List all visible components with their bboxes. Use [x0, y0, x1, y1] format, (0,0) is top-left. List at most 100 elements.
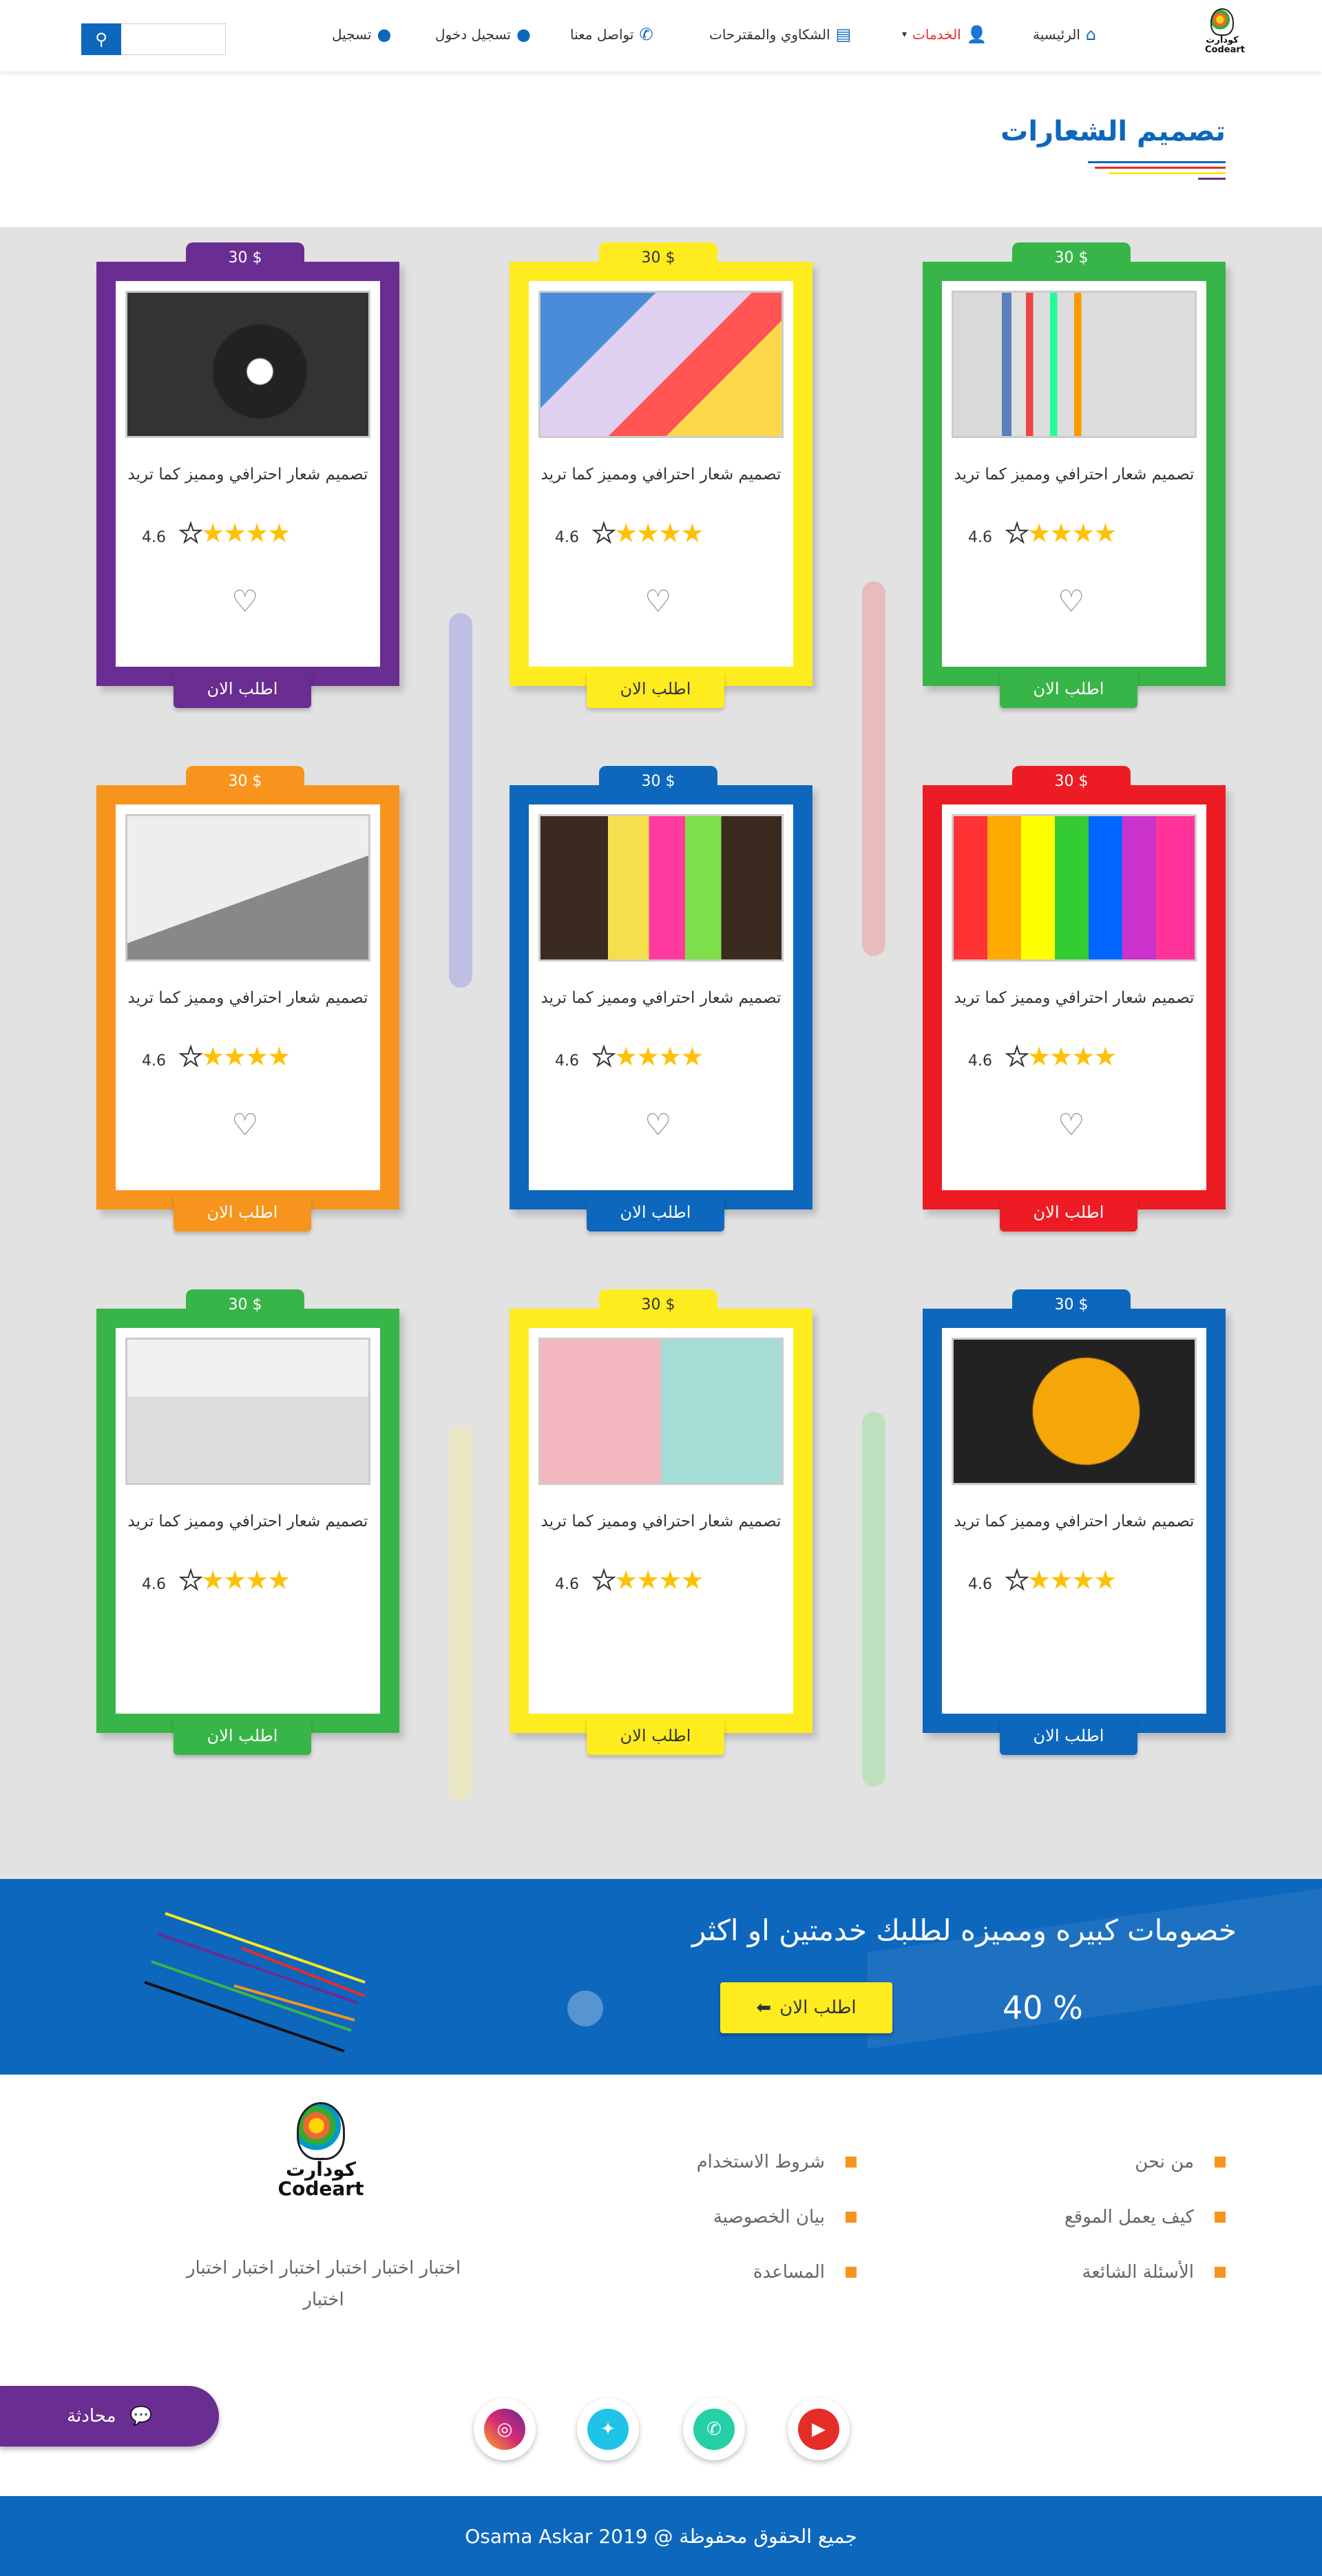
- star-icon[interactable]: ★: [223, 1041, 246, 1072]
- star-icon[interactable]: ★: [658, 518, 682, 548]
- star-icon[interactable]: ★: [267, 518, 291, 548]
- star-icon[interactable]: ★: [245, 1041, 269, 1072]
- star-icon[interactable]: ★: [245, 1565, 269, 1595]
- star-icon[interactable]: ★: [680, 1041, 704, 1072]
- star-icon[interactable]: ★: [680, 518, 704, 548]
- star-icon[interactable]: ★: [1093, 1565, 1117, 1595]
- heart-icon[interactable]: ♡: [644, 1108, 671, 1143]
- star-icon[interactable]: ★: [636, 1041, 660, 1072]
- youtube-link[interactable]: ▶: [788, 2398, 850, 2460]
- order-button[interactable]: اطلب الان: [174, 669, 311, 708]
- star-icon[interactable]: ★: [1071, 518, 1095, 548]
- whatsapp-link[interactable]: ✆: [683, 2398, 745, 2460]
- card-title[interactable]: تصميم شعار احترافي ومميز كما تريد: [942, 466, 1206, 484]
- order-button[interactable]: اطلب الان: [174, 1193, 311, 1232]
- card-photo[interactable]: [538, 291, 784, 438]
- star-icon[interactable]: ★: [680, 1565, 704, 1595]
- nav-contact[interactable]: ✆ تواصل معنا: [570, 21, 653, 48]
- star-icon[interactable]: ★: [223, 518, 246, 548]
- star-icon[interactable]: ★: [614, 1041, 638, 1072]
- footer-link[interactable]: شروط الاستخدام: [697, 2152, 857, 2172]
- heart-icon[interactable]: ♡: [231, 584, 258, 619]
- star-empty-icon[interactable]: ★: [178, 517, 203, 549]
- card-title[interactable]: تصميم شعار احترافي ومميز كما تريد: [942, 1513, 1206, 1530]
- star-empty-icon[interactable]: ★: [591, 1041, 616, 1072]
- star-icon[interactable]: ★: [1027, 1041, 1051, 1072]
- card-photo[interactable]: [125, 291, 370, 438]
- card-photo[interactable]: [125, 1338, 370, 1485]
- order-button[interactable]: اطلب الان: [587, 1193, 724, 1232]
- heart-icon[interactable]: ♡: [231, 1108, 258, 1143]
- star-icon[interactable]: ★: [223, 1565, 246, 1595]
- order-button[interactable]: اطلب الان: [587, 1716, 724, 1755]
- search-button[interactable]: ⚲: [81, 23, 121, 55]
- star-icon[interactable]: ★: [1027, 1565, 1051, 1595]
- star-empty-icon[interactable]: ★: [591, 517, 616, 549]
- footer-link[interactable]: الأسئلة الشائعة: [1064, 2262, 1226, 2283]
- banner-order-button[interactable]: ⬅ اطلب الان: [720, 1982, 892, 2033]
- star-icon[interactable]: ★: [614, 518, 638, 548]
- footer-link[interactable]: المساعدة: [697, 2262, 857, 2283]
- heart-icon[interactable]: ♡: [1058, 584, 1084, 619]
- star-icon[interactable]: ★: [1027, 518, 1051, 548]
- star-icon[interactable]: ★: [636, 1565, 660, 1595]
- order-button[interactable]: اطلب الان: [1000, 669, 1137, 708]
- nav-home[interactable]: ⌂ الرئيسية: [1033, 21, 1096, 48]
- heart-icon[interactable]: ♡: [644, 584, 671, 619]
- star-icon[interactable]: ★: [267, 1041, 291, 1072]
- star-icon[interactable]: ★: [201, 518, 224, 548]
- star-icon[interactable]: ★: [1071, 1565, 1095, 1595]
- chat-button[interactable]: محادثة 💬: [0, 2386, 219, 2447]
- order-button[interactable]: اطلب الان: [587, 669, 724, 708]
- card-title[interactable]: تصميم شعار احترافي ومميز كما تريد: [116, 989, 380, 1007]
- star-icon[interactable]: ★: [245, 518, 269, 548]
- card-photo[interactable]: [952, 814, 1197, 962]
- footer-link[interactable]: من نحن: [1064, 2152, 1226, 2172]
- order-button[interactable]: اطلب الان: [1000, 1193, 1137, 1232]
- star-empty-icon[interactable]: ★: [1005, 1564, 1029, 1596]
- star-icon[interactable]: ★: [614, 1565, 638, 1595]
- star-empty-icon[interactable]: ★: [591, 1564, 616, 1596]
- star-icon[interactable]: ★: [201, 1565, 224, 1595]
- star-icon[interactable]: ★: [1049, 518, 1073, 548]
- star-icon[interactable]: ★: [1049, 1041, 1073, 1072]
- star-empty-icon[interactable]: ★: [1005, 1041, 1029, 1072]
- site-logo[interactable]: كودآرت Codeart: [1205, 8, 1245, 62]
- search-input[interactable]: [121, 23, 226, 55]
- nav-login[interactable]: ● تسجيل دخول: [435, 21, 531, 48]
- star-rating: ★★★★★: [178, 517, 291, 549]
- star-icon[interactable]: ★: [1071, 1041, 1095, 1072]
- card-title[interactable]: تصميم شعار احترافي ومميز كما تريد: [942, 989, 1206, 1007]
- star-icon[interactable]: ★: [658, 1041, 682, 1072]
- instagram-link[interactable]: ◎: [474, 2398, 536, 2460]
- card-photo[interactable]: [125, 814, 370, 962]
- star-empty-icon[interactable]: ★: [178, 1041, 203, 1072]
- card-title[interactable]: تصميم شعار احترافي ومميز كما تريد: [529, 989, 793, 1007]
- star-icon[interactable]: ★: [636, 518, 660, 548]
- star-icon[interactable]: ★: [1049, 1565, 1073, 1595]
- star-empty-icon[interactable]: ★: [178, 1564, 203, 1596]
- nav-complaints[interactable]: ▤ الشكاوي والمقترحات: [709, 21, 851, 48]
- card-photo[interactable]: [538, 814, 784, 962]
- star-icon[interactable]: ★: [267, 1565, 291, 1595]
- order-button[interactable]: اطلب الان: [174, 1716, 311, 1755]
- card-title[interactable]: تصميم شعار احترافي ومميز كما تريد: [529, 466, 793, 484]
- star-icon[interactable]: ★: [1093, 518, 1117, 548]
- heart-icon[interactable]: ♡: [1058, 1108, 1084, 1143]
- nav-services[interactable]: 👤 الخدمات ▾: [902, 21, 987, 48]
- nav-register[interactable]: ● تسجيل: [332, 21, 391, 48]
- card-title[interactable]: تصميم شعار احترافي ومميز كما تريد: [529, 1513, 793, 1530]
- card-title[interactable]: تصميم شعار احترافي ومميز كما تريد: [116, 466, 380, 484]
- star-icon[interactable]: ★: [201, 1041, 224, 1072]
- card-photo[interactable]: [538, 1338, 784, 1485]
- card-photo[interactable]: [952, 291, 1197, 438]
- star-icon[interactable]: ★: [658, 1565, 682, 1595]
- twitter-link[interactable]: ✦: [577, 2398, 639, 2460]
- star-empty-icon[interactable]: ★: [1005, 517, 1029, 549]
- card-photo[interactable]: [952, 1338, 1197, 1485]
- footer-link[interactable]: كيف يعمل الموقع: [1064, 2207, 1226, 2227]
- footer-link[interactable]: بيان الخصوصية: [697, 2207, 857, 2227]
- card-title[interactable]: تصميم شعار احترافي ومميز كما تريد: [116, 1513, 380, 1530]
- star-icon[interactable]: ★: [1093, 1041, 1117, 1072]
- order-button[interactable]: اطلب الان: [1000, 1716, 1137, 1755]
